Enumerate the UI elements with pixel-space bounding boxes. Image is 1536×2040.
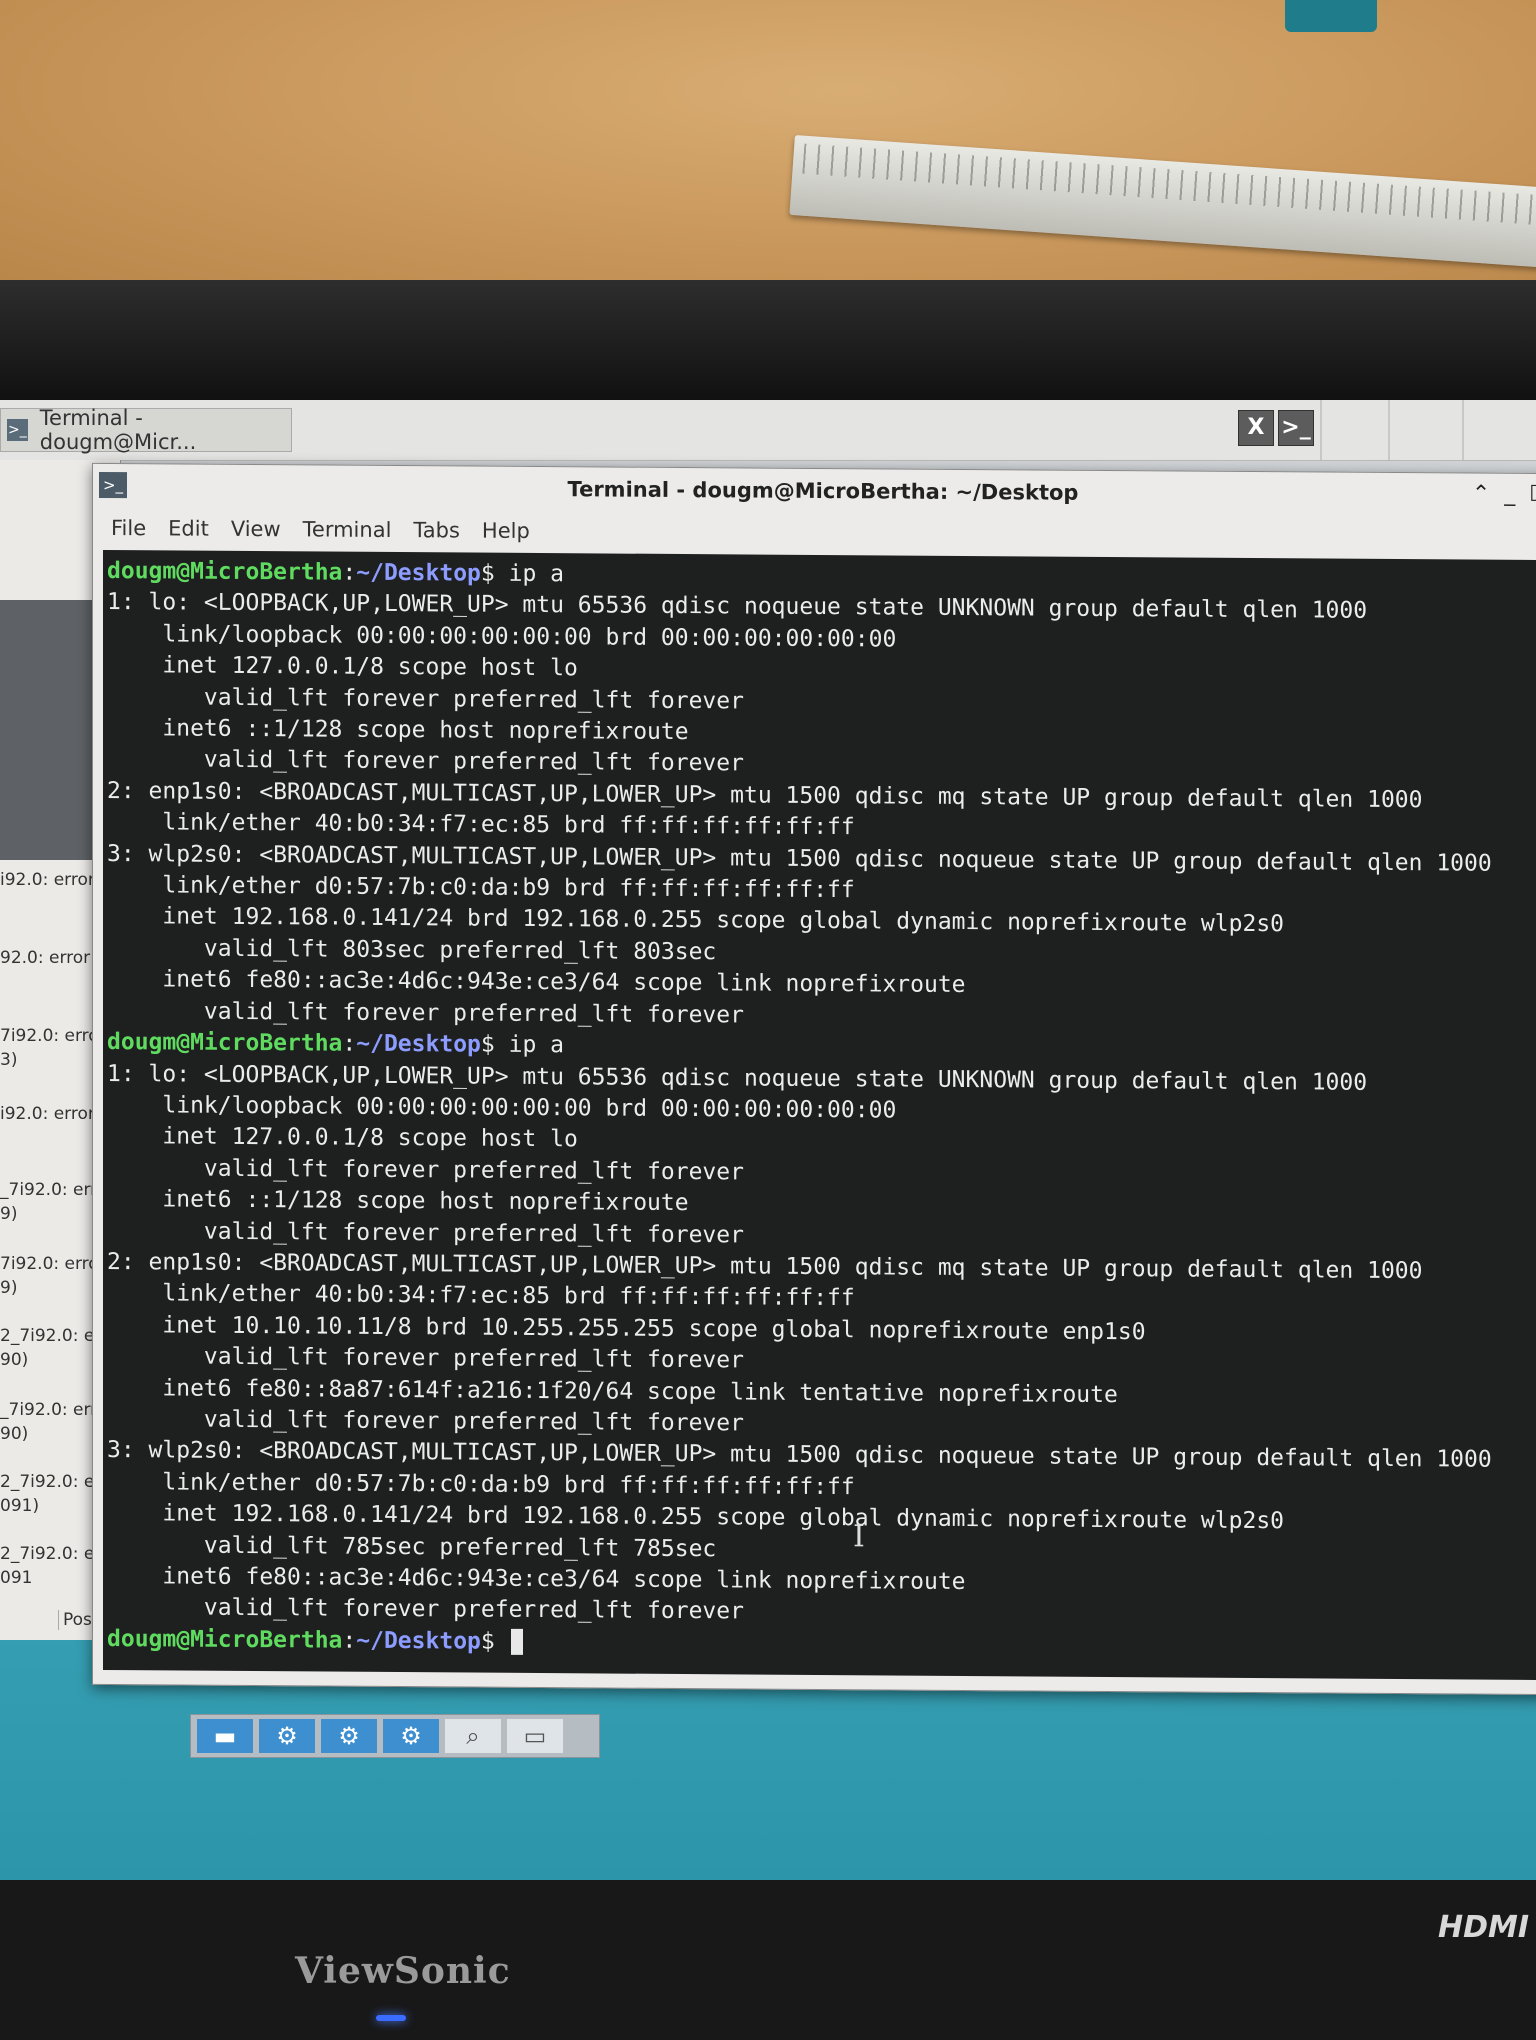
prompt-user: dougm@MicroBertha <box>107 1625 343 1654</box>
prompt-user: dougm@MicroBertha <box>107 1029 343 1057</box>
prompt-path: ~/Desktop <box>356 559 481 587</box>
window-icon[interactable]: ▭ <box>507 1719 563 1753</box>
maximize-icon[interactable]: ☐ <box>1529 482 1536 507</box>
log-line: 9) <box>0 1278 18 1298</box>
command-text <box>495 1629 509 1655</box>
menu-help[interactable]: Help <box>482 519 530 543</box>
terminal-window[interactable]: >_ Terminal - dougm@MicroBertha: ~/Deskt… <box>92 462 1536 1696</box>
menu-file[interactable]: File <box>111 516 146 540</box>
command-text: ip a <box>494 560 564 588</box>
log-line: 90) <box>0 1350 29 1370</box>
log-line: 92.0: error f <box>0 948 102 968</box>
wall-background <box>0 0 1536 300</box>
monitor-brand: ViewSonic <box>295 1950 511 1992</box>
settings-icon[interactable]: ⚙ <box>259 1719 315 1753</box>
terminal-output[interactable]: dougm@MicroBertha:~/Desktop$ ip a 1: lo: … <box>103 549 1536 1681</box>
minimize-icon[interactable]: _ <box>1504 482 1515 507</box>
taskbar-item-terminal[interactable]: >_ Terminal - dougm@Micr... <box>0 406 292 454</box>
log-line: i92.0: error <box>0 870 95 890</box>
x-app-icon[interactable]: X <box>1238 410 1274 446</box>
block-cursor <box>510 1629 523 1656</box>
prompt-path: ~/Desktop <box>356 1030 481 1058</box>
log-line: i92.0: error f <box>0 1104 107 1124</box>
terminal-icon: >_ <box>7 419 28 441</box>
text-cursor-icon: I <box>853 1519 865 1555</box>
settings-icon[interactable]: ⚙ <box>321 1719 377 1753</box>
prompt-symbol: $ <box>480 1628 495 1655</box>
prompt-separator: : <box>342 1030 357 1057</box>
monitor: >_ Terminal - dougm@Micr... X >_ i92.0: … <box>0 280 1536 2040</box>
window-controls: ⌃ _ ☐ <box>1472 482 1536 508</box>
window-title: Terminal - dougm@MicroBertha: ~/Desktop <box>567 477 1079 505</box>
monitor-bezel <box>0 280 1536 400</box>
command-text: ip a <box>494 1031 564 1059</box>
power-led <box>376 2015 406 2021</box>
desktop-icon[interactable]: ▬ <box>197 1719 253 1753</box>
tray-separator <box>1320 400 1322 460</box>
settings-icon[interactable]: ⚙ <box>383 1719 439 1753</box>
hdmi-logo: HDMI <box>1438 1910 1530 1945</box>
prompt-separator: : <box>342 559 357 586</box>
log-line: 091 <box>0 1568 33 1588</box>
search-icon[interactable]: ⌕ <box>445 1719 501 1753</box>
menu-edit[interactable]: Edit <box>168 516 209 540</box>
log-line: 7i92.0: error <box>0 1026 106 1046</box>
prompt-symbol: $ <box>480 1031 495 1058</box>
terminal-launcher-icon[interactable]: >_ <box>1278 410 1314 446</box>
wall-clip <box>1285 0 1377 32</box>
shade-icon[interactable]: ⌃ <box>1472 482 1490 507</box>
taskbar-item-label: Terminal - dougm@Micr... <box>39 406 197 454</box>
taskbar: >_ Terminal - dougm@Micr... X >_ <box>0 400 1536 461</box>
log-line: 3) <box>0 1050 18 1070</box>
prompt-separator: : <box>342 1627 357 1654</box>
log-line: 091) <box>0 1496 40 1516</box>
menu-view[interactable]: View <box>231 517 281 541</box>
prompt-path: ~/Desktop <box>356 1627 481 1655</box>
menu-terminal[interactable]: Terminal <box>303 517 392 542</box>
dock: ▬ ⚙ ⚙ ⚙ ⌕ ▭ <box>190 1714 600 1758</box>
prompt-user: dougm@MicroBertha <box>107 558 343 586</box>
log-line: 90) <box>0 1424 29 1444</box>
background-window-panel <box>0 600 105 860</box>
screen: >_ Terminal - dougm@Micr... X >_ i92.0: … <box>0 400 1536 1880</box>
system-tray: X >_ <box>1238 410 1314 446</box>
prompt-symbol: $ <box>480 560 495 587</box>
log-line: 9) <box>0 1204 18 1224</box>
tray-separator <box>1462 400 1464 460</box>
tray-separator <box>1388 400 1390 460</box>
menu-tabs[interactable]: Tabs <box>413 518 460 542</box>
